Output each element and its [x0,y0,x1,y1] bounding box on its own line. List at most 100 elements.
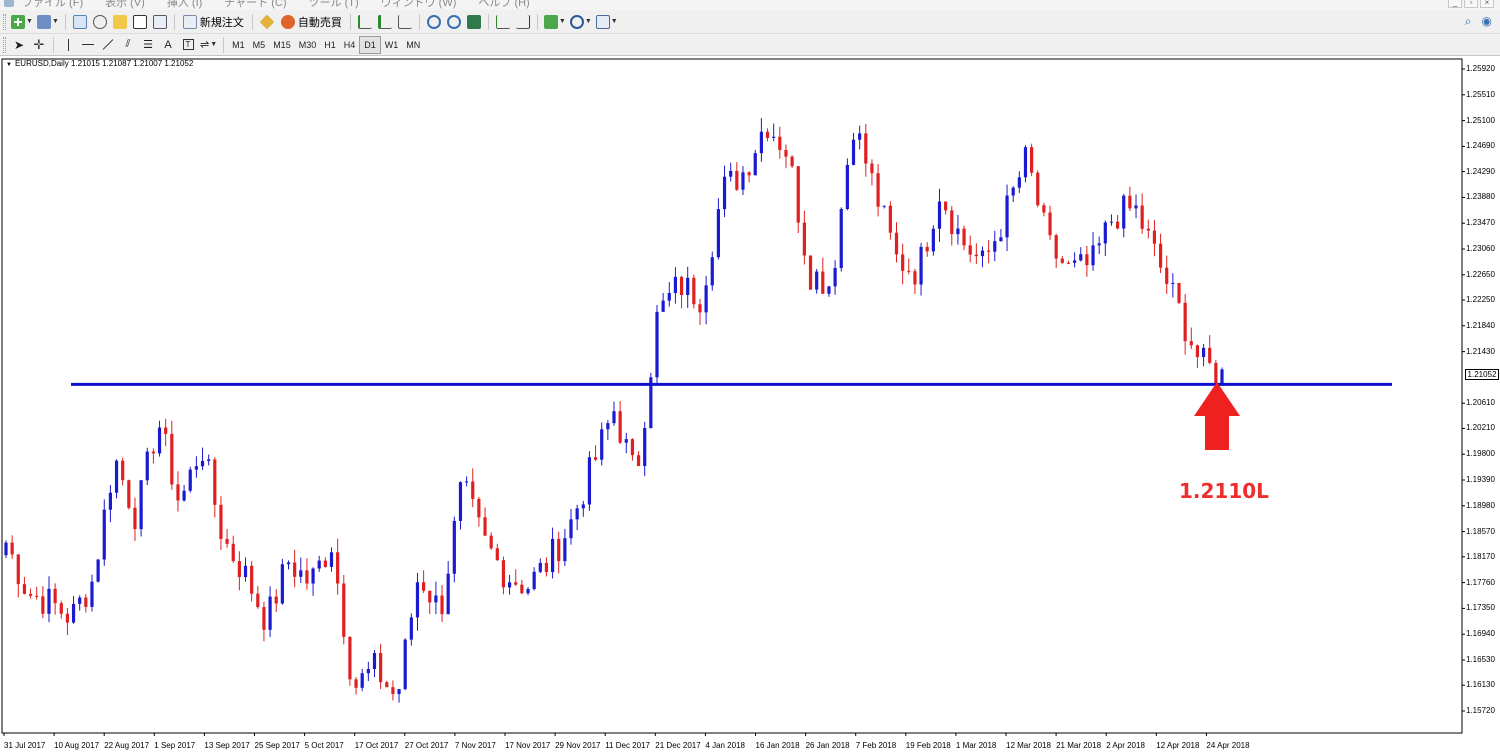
candle-bear [1115,221,1120,229]
candle-bear [1030,147,1034,173]
candle-bull [415,582,420,618]
horizontal-line-button[interactable] [78,35,98,55]
menu-tools[interactable]: ツール (T) [309,0,359,10]
data-window-button[interactable] [90,12,110,32]
candle-bear [864,133,868,164]
auto-scroll-button[interactable] [493,12,513,32]
text-tool-label: A [164,38,172,51]
candle-bull [78,597,82,604]
timeframe-m1[interactable]: M1 [228,36,249,54]
community-icon[interactable]: ◉ [1482,14,1492,29]
crosshair-button[interactable]: ✛ [29,35,49,55]
timeframe-m15[interactable]: M15 [269,36,295,54]
trendline-button[interactable] [98,35,118,55]
timeframe-d1[interactable]: D1 [359,35,381,54]
auto-scroll-icon [495,14,510,29]
candle-bear [53,588,57,604]
menu-insert[interactable]: 挿入 (I) [167,0,202,10]
candle-bull [655,311,659,378]
minimize-button[interactable]: _ [1448,0,1462,8]
candle-bear [164,427,168,434]
candle-bull [465,481,469,483]
candle-bear [176,484,180,501]
price-axis-label: 1.23060 [1466,244,1495,253]
candle-bear [84,597,88,607]
terminal-button[interactable] [130,12,150,32]
line-chart-button[interactable] [395,12,415,32]
bar-chart-button[interactable] [355,12,375,32]
price-axis-label: 1.16130 [1466,680,1495,690]
trendline-icon [102,39,114,50]
candle-bear [1165,267,1169,284]
price-chart[interactable]: ▼ EURUSD,Daily 1.21015 1.21087 1.21007 1.… [0,57,1500,752]
candle-bear [698,304,702,313]
tile-windows-button[interactable] [464,12,484,32]
candle-bear [968,245,972,255]
candle-bull [403,639,407,690]
timeframe-h4[interactable]: H4 [340,36,360,54]
toolbar-separator [53,36,54,53]
navigator-button[interactable] [110,12,130,32]
date-axis-label: 17 Oct 2017 [354,741,399,750]
menu-view[interactable]: 表示 (V) [105,0,145,10]
search-icon[interactable]: ⌕ [1465,14,1472,29]
date-axis-label: 16 Jan 2018 [755,741,800,750]
zoom-in-button[interactable] [424,12,444,32]
restore-button[interactable]: ▫ [1464,0,1478,8]
menu-window[interactable]: ウィンドウ (W) [381,0,457,10]
crosshair-icon: ✛ [33,36,45,52]
timeframe-w1[interactable]: W1 [381,36,403,54]
candle-bear [692,277,696,305]
fibonacci-button[interactable]: ☰ [138,35,158,55]
menu-chart[interactable]: チャート (C) [224,0,286,10]
chart-canvas[interactable] [0,57,1500,752]
candle-bear [1158,243,1163,268]
cursor-button[interactable]: ➤ [9,35,29,55]
close-button[interactable]: × [1480,0,1494,8]
date-axis-label: 12 Apr 2018 [1156,741,1200,750]
menu-help[interactable]: ヘルプ (H) [478,0,529,10]
arrows-button[interactable]: ⇌ ▼ [198,35,219,55]
vertical-line-button[interactable] [58,35,78,55]
candle-bear [22,584,27,594]
price-axis-label: 1.23880 [1466,192,1495,202]
candle-bear [870,163,874,174]
candle-bear [489,535,493,549]
profiles-button[interactable]: ▼ [35,12,61,32]
candle-bull [575,508,579,520]
timeframe-h1[interactable]: H1 [320,36,340,54]
templates-button[interactable]: ▼ [594,12,620,32]
market-watch-button[interactable] [70,12,90,32]
date-axis-label: 25 Sep 2017 [254,741,300,750]
text-button[interactable]: A [158,35,178,55]
chart-symbol-header: ▼ EURUSD,Daily 1.21015 1.21087 1.21007 1.… [6,59,193,68]
new-chart-button[interactable]: ▼ [9,12,35,32]
metaeditor-button[interactable] [257,12,277,32]
date-axis-label: 21 Mar 2018 [1056,741,1102,750]
text-label-button[interactable]: T [178,35,198,55]
candle-bear [250,565,254,594]
price-axis-label: 1.20610 [1466,398,1495,408]
toolbar-separator [487,13,489,30]
toolbar-grip[interactable] [3,36,6,53]
candle-bear [765,131,770,138]
terminal-icon [132,14,147,29]
candle-bull [1005,195,1009,238]
indicators-button[interactable]: ▼ [542,12,568,32]
periods-button[interactable]: ▼ [568,12,594,32]
chart-shift-button[interactable] [513,12,533,32]
timeframe-m30[interactable]: M30 [295,36,321,54]
timeframe-mn[interactable]: MN [402,36,424,54]
zoom-out-button[interactable] [444,12,464,32]
channel-button[interactable]: ⫽ [118,35,138,55]
cursor-arrow-icon: ➤ [13,37,25,52]
auto-trading-button[interactable]: 自動売買 [277,14,346,30]
candle-bear [336,552,340,584]
timeframe-m5[interactable]: M5 [249,36,270,54]
toolbar-grip[interactable] [3,13,6,30]
new-order-button[interactable]: 新規注文 [179,14,248,30]
menu-file[interactable]: ファイル (F) [22,0,83,10]
candlestick-button[interactable] [375,12,395,32]
strategy-tester-button[interactable] [150,12,170,32]
candle-bear [274,596,278,604]
